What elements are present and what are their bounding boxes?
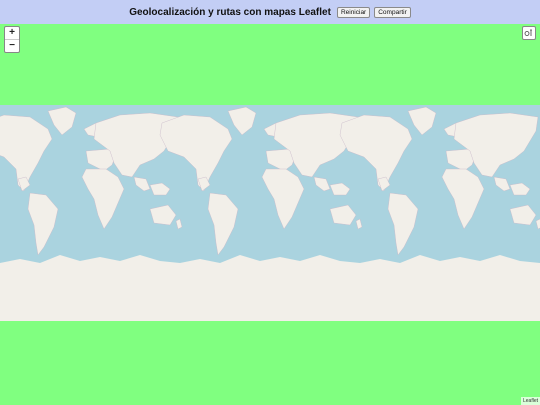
- locate-button[interactable]: [522, 26, 536, 40]
- top-bar: Geolocalización y rutas con mapas Leafle…: [0, 0, 540, 24]
- share-button[interactable]: Compartir: [374, 6, 411, 18]
- zoom-control: + −: [4, 26, 20, 53]
- page-title: Geolocalización y rutas con mapas Leafle…: [129, 6, 331, 18]
- world-map-tiles[interactable]: [0, 105, 540, 321]
- locate-icon: [524, 29, 532, 36]
- zoom-in-button[interactable]: +: [5, 27, 19, 39]
- reset-button[interactable]: Reiniciar: [336, 6, 371, 18]
- zoom-out-button[interactable]: −: [5, 39, 19, 52]
- map-attribution[interactable]: Leaflet: [520, 397, 540, 405]
- map-container[interactable]: + − Leaflet: [0, 24, 540, 405]
